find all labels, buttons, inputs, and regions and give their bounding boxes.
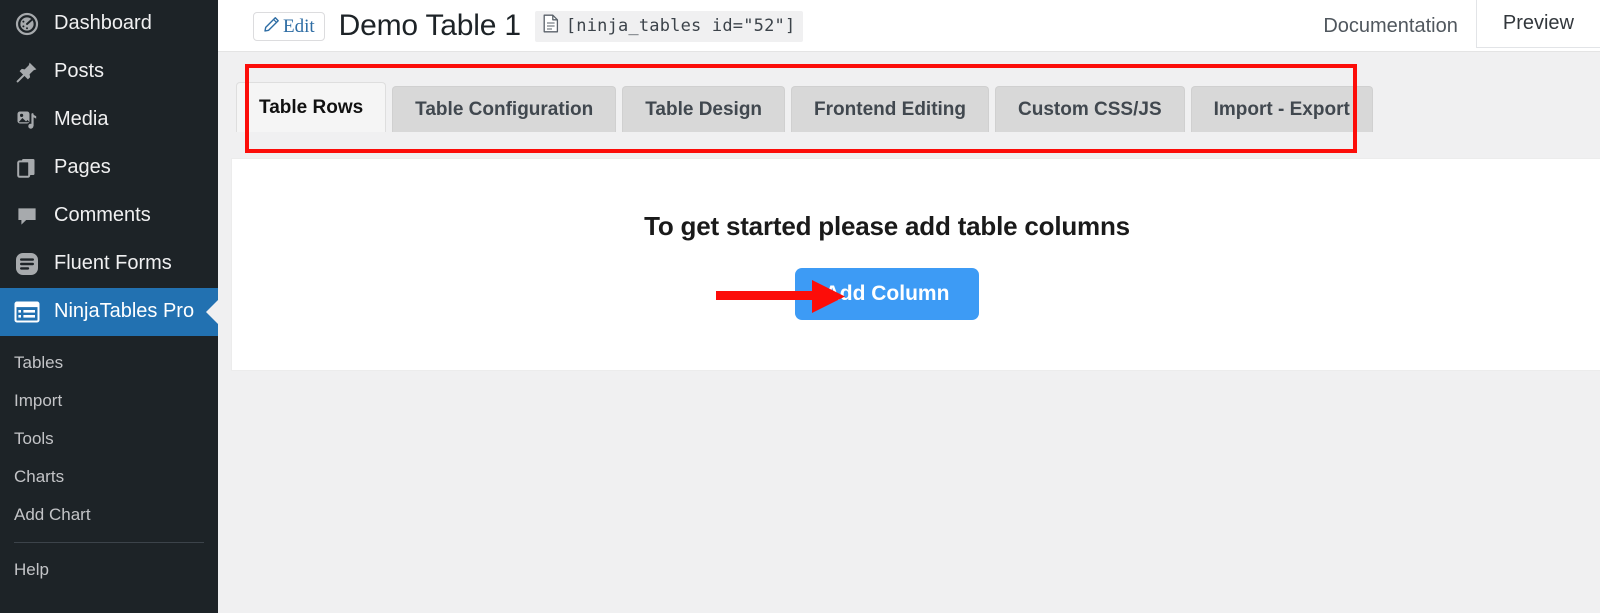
table-rows-panel: To get started please add table columns … — [231, 158, 1600, 371]
documentation-link[interactable]: Documentation — [1305, 0, 1476, 52]
sidebar-item-posts[interactable]: Posts — [0, 48, 218, 96]
empty-state: To get started please add table columns … — [232, 211, 1542, 320]
sidebar-item-ninjatables-pro[interactable]: NinjaTables Pro — [0, 288, 218, 336]
submenu-divider — [14, 542, 204, 543]
sidebar-subitem-tools[interactable]: Tools — [0, 420, 218, 458]
sidebar-submenu: Tables Import Tools Charts Add Chart Hel… — [0, 336, 218, 589]
sidebar-item-label: Fluent Forms — [54, 252, 172, 274]
ninjatables-admin-screen: Dashboard Posts Media Pages Comments Flu… — [0, 0, 1600, 613]
sidebar-item-label: Pages — [54, 156, 111, 178]
pin-icon — [10, 55, 44, 89]
admin-sidebar: Dashboard Posts Media Pages Comments Flu… — [0, 0, 218, 613]
tab-custom-css-js[interactable]: Custom CSS/JS — [995, 86, 1185, 132]
page-header: Edit Demo Table 1 [ninja_tables id="52"] — [218, 0, 1600, 52]
header-left-group: Edit Demo Table 1 [ninja_tables id="52"] — [253, 0, 804, 52]
sidebar-item-label: Dashboard — [54, 12, 152, 34]
page-title: Demo Table 1 — [338, 9, 521, 42]
sidebar-item-label: Media — [54, 108, 109, 130]
sidebar-subitem-add-chart[interactable]: Add Chart — [0, 496, 218, 534]
comment-icon — [10, 199, 44, 233]
sidebar-item-media[interactable]: Media — [0, 96, 218, 144]
add-column-button[interactable]: Add Column — [794, 268, 980, 320]
sidebar-item-comments[interactable]: Comments — [0, 192, 218, 240]
header-right-group: Documentation Preview — [1305, 0, 1600, 52]
dashboard-icon — [10, 7, 44, 41]
edit-button[interactable]: Edit — [253, 11, 325, 41]
sidebar-item-label: NinjaTables Pro — [54, 300, 195, 322]
sidebar-subitem-import[interactable]: Import — [0, 382, 218, 420]
sidebar-item-pages[interactable]: Pages — [0, 144, 218, 192]
tab-frontend-editing[interactable]: Frontend Editing — [791, 86, 990, 132]
ninjatables-icon — [10, 295, 44, 329]
tab-table-configuration[interactable]: Table Configuration — [392, 86, 617, 132]
tab-import-export[interactable]: Import - Export — [1190, 86, 1373, 132]
sidebar-item-dashboard[interactable]: Dashboard — [0, 0, 218, 48]
sidebar-item-label: Comments — [54, 204, 151, 226]
tab-strip: Table Rows Table Configuration Table Des… — [218, 52, 1600, 158]
sidebar-item-label: Posts — [54, 60, 105, 82]
empty-state-heading: To get started please add table columns — [644, 211, 1130, 241]
shortcode-chip[interactable]: [ninja_tables id="52"] — [534, 10, 804, 42]
tab-list: Table Rows Table Configuration Table Des… — [236, 82, 1373, 132]
tab-table-rows[interactable]: Table Rows — [236, 82, 387, 132]
pages-icon — [10, 151, 44, 185]
active-menu-notch — [206, 299, 218, 325]
edit-button-label: Edit — [283, 15, 315, 37]
sidebar-item-fluent-forms[interactable]: Fluent Forms — [0, 240, 218, 288]
sidebar-subitem-help[interactable]: Help — [0, 551, 218, 589]
document-icon — [543, 14, 559, 38]
pencil-icon — [263, 16, 280, 37]
main-region: Edit Demo Table 1 [ninja_tables id="52"] — [218, 0, 1600, 613]
sidebar-subitem-charts[interactable]: Charts — [0, 458, 218, 496]
shortcode-text: [ninja_tables id="52"] — [565, 15, 796, 36]
fluent-forms-icon — [10, 247, 44, 281]
preview-button[interactable]: Preview — [1475, 0, 1600, 48]
sidebar-subitem-tables[interactable]: Tables — [0, 344, 218, 382]
tab-table-design[interactable]: Table Design — [622, 86, 786, 132]
media-icon — [10, 103, 44, 137]
